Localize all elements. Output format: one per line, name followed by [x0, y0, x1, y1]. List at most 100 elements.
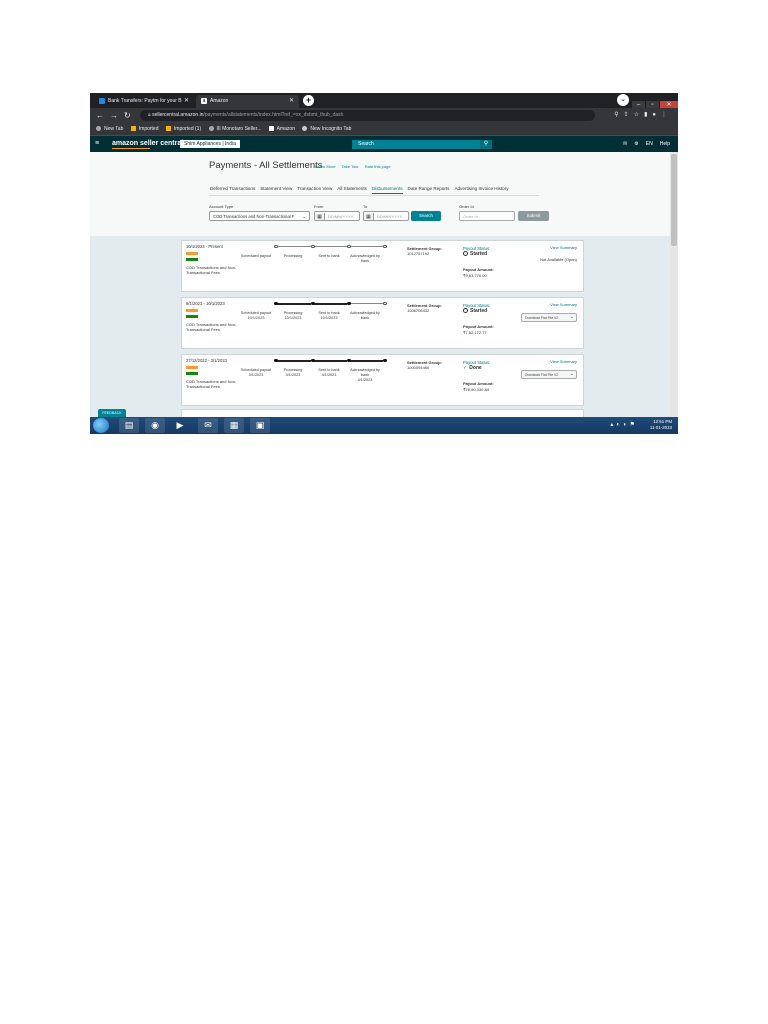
tracker-connector: [277, 360, 311, 362]
global-search-input[interactable]: Search: [352, 140, 492, 149]
page-top: Payments - All Settlements Learn More Tak…: [90, 152, 670, 236]
checkmark-icon: ✓: [463, 365, 468, 371]
address-bar-row: ← → ↻ 🔒︎ sellercentral.amazon.in/payment…: [90, 108, 678, 123]
bookmark-imported-1[interactable]: Imported (1): [165, 123, 201, 135]
order-id-input[interactable]: Order Id: [459, 211, 515, 221]
excel-icon[interactable]: ▦: [224, 418, 244, 433]
menu-kebab-icon[interactable]: ⋮: [661, 112, 672, 118]
submit-button[interactable]: Submit: [518, 211, 549, 221]
windows-start-icon[interactable]: [93, 418, 109, 433]
tracker-step-dot: [274, 301, 278, 306]
tracker-step: Acknowledged by bank: [348, 254, 382, 264]
close-tab-icon[interactable]: ✕: [289, 95, 294, 108]
screenshot-frame: Bank Transfers: Paytm for your B ✕ a Amazo…: [90, 93, 678, 434]
media-player-icon[interactable]: ▶: [170, 418, 190, 433]
tab-disbursements[interactable]: Disbursements: [371, 186, 403, 194]
browser-tab-paytm[interactable]: Bank Transfers: Paytm for your B ✕: [94, 95, 194, 108]
download-report-dropdown[interactable]: Download Flat File V2: [521, 370, 577, 379]
payout-status-value: Done: [469, 365, 482, 371]
calendar-icon[interactable]: ▦: [364, 213, 374, 220]
title-links: Learn More Take Tour Rate this page: [315, 164, 397, 169]
bookmark-monotaro[interactable]: III Monotaro Seller...: [208, 123, 261, 135]
tab-deferred-transactions[interactable]: Deferred Transactions: [210, 186, 255, 193]
feedback-tab[interactable]: FEEDBACK: [98, 409, 126, 417]
calendar-icon[interactable]: ▦: [315, 213, 325, 220]
tab-date-range-reports[interactable]: Date Range Reports: [408, 186, 450, 193]
tracker-step: Sent to bank: [312, 254, 346, 259]
tab-search-chevron-icon[interactable]: ⌄: [617, 94, 629, 106]
download-report-dropdown[interactable]: Download Flat File V2: [521, 313, 577, 322]
step-date: 10/1/2023: [320, 316, 338, 320]
url-input[interactable]: 🔒︎ sellercentral.amazon.in/payments/alls…: [140, 110, 595, 121]
bookmark-incognito[interactable]: New Incognito Tab: [302, 123, 351, 135]
back-arrow-icon[interactable]: ←: [96, 109, 104, 122]
view-summary-link[interactable]: View Summary: [550, 359, 577, 364]
close-tab-icon[interactable]: ✕: [184, 95, 189, 108]
scrollbar-thumb[interactable]: [671, 154, 677, 246]
account-type-text: COD Transactions and Non-Transactional F…: [186, 322, 237, 332]
tracker-step-dot: [383, 301, 387, 306]
search-icon[interactable]: ⚲: [480, 140, 492, 149]
settlement-card: 10/1/2023 - Present COD Transactions and …: [181, 240, 584, 292]
window-controls: – ▫ ✕: [631, 93, 678, 109]
outlook-icon[interactable]: ✉: [198, 418, 218, 433]
reload-icon[interactable]: ↻: [124, 109, 131, 122]
forward-arrow-icon[interactable]: →: [110, 109, 118, 122]
from-date-input[interactable]: ▦ DD/MM/YYYY: [314, 211, 360, 221]
share-icon[interactable]: ⇪: [624, 112, 634, 118]
learn-more-link[interactable]: Learn More: [315, 164, 335, 169]
zoom-icon[interactable]: ⚲: [614, 112, 623, 118]
volume-icon[interactable]: ◗: [623, 422, 630, 428]
tracker-step: Scheduled payout 3/1/2023: [239, 368, 273, 378]
seller-central-logo[interactable]: amazon seller central: [112, 136, 183, 152]
network-icon[interactable]: ◐: [616, 422, 623, 428]
sticky-notes-icon[interactable]: ▣: [250, 418, 270, 433]
clock[interactable]: 12:51 PM 11-01-2023: [650, 417, 672, 431]
new-tab-plus-icon[interactable]: +: [303, 95, 314, 106]
tracker-step: Scheduled payout 10/1/2023: [239, 311, 273, 321]
view-summary-link[interactable]: View Summary: [550, 302, 577, 307]
page-title: Payments - All Settlements: [209, 160, 323, 171]
url-path: /payments/allstatements/index.html?ref_=…: [203, 112, 344, 118]
account-type-select[interactable]: COD Transactions and Non-Transactional F…: [209, 211, 310, 221]
bookmark-new-tab[interactable]: New Tab: [96, 123, 123, 135]
settings-gear-icon[interactable]: ⚙: [634, 141, 638, 147]
tab-statement-view[interactable]: Statement View: [260, 186, 292, 193]
tracker-step: Processing: [276, 254, 310, 259]
star-icon[interactable]: ☆: [634, 112, 644, 118]
tab-transaction-view[interactable]: Transaction View: [297, 186, 332, 193]
tab-title: Bank Transfers: Paytm for your B: [108, 98, 182, 104]
help-link[interactable]: Help: [660, 141, 670, 147]
view-summary-link[interactable]: View Summary: [550, 245, 577, 250]
browser-tab-amazon[interactable]: a Amazon ✕: [196, 95, 299, 108]
page-scrollbar[interactable]: [670, 152, 678, 417]
rate-page-link[interactable]: Rate this page: [365, 164, 391, 169]
mail-icon[interactable]: ✉: [623, 141, 627, 147]
store-selector[interactable]: Shim Appliances | India: [180, 140, 240, 148]
tab-advertising-invoice-history[interactable]: Advertising Invoice History: [454, 186, 508, 193]
bookmark-amazon[interactable]: Amazon: [268, 123, 295, 135]
payout-status: Started: [463, 308, 487, 314]
step-date: 4/1/2023: [321, 373, 337, 377]
profile-icon[interactable]: ●: [652, 112, 661, 118]
hamburger-menu-icon[interactable]: ≡: [95, 136, 99, 152]
tracker-step-dot: [347, 301, 351, 306]
clock-date: 11-01-2023: [649, 425, 672, 430]
folder-icon: [165, 126, 171, 132]
payout-amount: ₹7,82,172.77: [463, 330, 487, 335]
language-selector[interactable]: EN: [646, 141, 653, 147]
chrome-icon[interactable]: ◉: [145, 418, 165, 433]
account-type-label: Account Type: [209, 204, 234, 209]
tracker-connector: [350, 246, 383, 247]
to-date-input[interactable]: ▦ DD/MM/YYYY: [363, 211, 409, 221]
header-right-tools: ✉ ⚙ EN Help: [616, 136, 670, 152]
flag-icon[interactable]: ⚑: [630, 422, 638, 428]
windows-taskbar: ▤ ◉ ▶ ✉ ▦ ▣ ▴◐◗⚑ 12:51 PM 11-01-2023: [90, 417, 678, 434]
tab-all-statements[interactable]: All Statements: [337, 186, 367, 193]
take-tour-link[interactable]: Take Tour: [341, 164, 358, 169]
bookmark-imported[interactable]: Imported: [130, 123, 159, 135]
search-button[interactable]: Search: [411, 211, 441, 221]
payout-progress-tracker: [270, 244, 387, 249]
tracker-step: Acknowledged by bank 4/1/2023: [348, 368, 382, 383]
file-explorer-icon[interactable]: ▤: [119, 418, 139, 433]
